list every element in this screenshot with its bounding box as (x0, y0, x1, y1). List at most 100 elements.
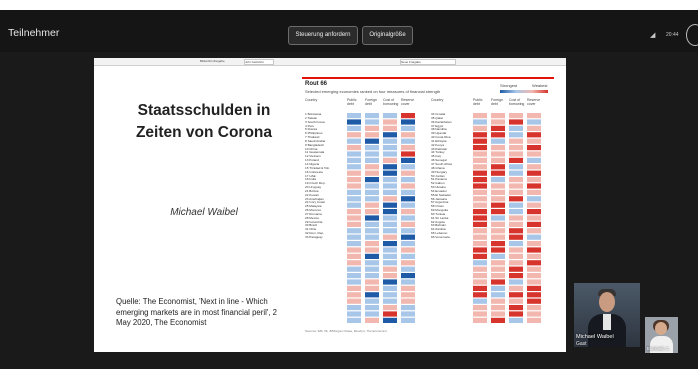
heatmap-cell (401, 221, 415, 227)
heatmap-cell (401, 177, 415, 183)
heatmap-cell (473, 317, 487, 323)
heatmap-cell (491, 157, 505, 163)
heatmap-cell (509, 164, 523, 170)
left-heatmap (347, 113, 415, 323)
legend-strongest: Strongest (500, 83, 518, 88)
heatmap-cell (509, 196, 523, 202)
heatmap-cell (365, 157, 379, 163)
heatmap-cell (401, 215, 415, 221)
heatmap-cell (527, 305, 541, 311)
heatmap-cell (473, 279, 487, 285)
country-header-left: Country (305, 98, 318, 102)
heatmap-cell (383, 298, 397, 304)
heatmap-cell (527, 151, 541, 157)
heatmap-cell (401, 247, 415, 253)
participants-label: Teilnehmer (8, 27, 60, 39)
heatmap-cell (365, 305, 379, 311)
heatmap-cell (365, 164, 379, 170)
figure-subtitle: Selected emerging economies ranked on fo… (305, 89, 441, 94)
column-header: Cost of borrowing (383, 98, 399, 106)
heatmap-cell (473, 311, 487, 317)
heatmap-cell (347, 125, 361, 131)
heatmap-cell (347, 209, 361, 215)
heatmap-cell (509, 183, 523, 189)
heatmap-cell (383, 132, 397, 138)
heatmap-cell (473, 202, 487, 208)
heatmap-cell (383, 170, 397, 176)
heatmap-cell (527, 202, 541, 208)
heatmap-cell (383, 138, 397, 144)
heatmap-cell (491, 177, 505, 183)
participant-face (655, 322, 667, 335)
heatmap-cell (473, 285, 487, 291)
heatmap-cell (509, 285, 523, 291)
economist-figure: Rout 66 Selected emerging economies rank… (302, 77, 554, 344)
heatmap-cell (383, 145, 397, 151)
heatmap-cell (491, 221, 505, 227)
heatmap-cell (509, 113, 523, 119)
heatmap-cell (401, 279, 415, 285)
heatmap-cell (383, 183, 397, 189)
heatmap-cell (527, 170, 541, 176)
participant-name-small: Bommeli, C. (647, 346, 670, 351)
shared-screen: Bildschirmfreigabe Johr Gebührin Neue Fr… (94, 58, 566, 352)
heatmap-cell (401, 266, 415, 272)
legend-gradient (500, 90, 548, 93)
heatmap-cell (365, 285, 379, 291)
heatmap-cell (383, 215, 397, 221)
heatmap-cell (509, 209, 523, 215)
heatmap-cell (365, 196, 379, 202)
heatmap-cell (509, 125, 523, 131)
heatmap-cell (401, 202, 415, 208)
heatmap-cell (509, 317, 523, 323)
heatmap-cell (527, 209, 541, 215)
heatmap-cell (509, 292, 523, 298)
heatmap-cell (527, 125, 541, 131)
heatmap-cell (365, 113, 379, 119)
heatmap-cell (401, 305, 415, 311)
heatmap-cell (401, 228, 415, 234)
share-tab[interactable]: Bildschirmfreigabe (200, 59, 240, 63)
heatmap-cell (383, 311, 397, 317)
heatmap-cell (491, 189, 505, 195)
share-tab[interactable]: Johr Gebührin (244, 59, 274, 65)
heatmap-cell (401, 151, 415, 157)
heatmap-cell (509, 234, 523, 240)
heatmap-cell (365, 234, 379, 240)
heatmap-cell (365, 317, 379, 323)
slide-title: Staatsschulden in Zeiten von Corona (135, 102, 273, 141)
heatmap-cell (473, 189, 487, 195)
heatmap-cell (347, 273, 361, 279)
request-control-button[interactable]: Steuerung anfordern (288, 26, 358, 45)
clock-label: 20:44 (666, 32, 679, 38)
heatmap-cell (347, 298, 361, 304)
heatmap-cell (401, 209, 415, 215)
share-tab[interactable]: Neue Freigabe (400, 59, 456, 65)
heatmap-cell (473, 177, 487, 183)
heatmap-cell (527, 298, 541, 304)
heatmap-cell (491, 138, 505, 144)
heatmap-cell (401, 241, 415, 247)
heatmap-cell (383, 177, 397, 183)
heatmap-cell (383, 189, 397, 195)
original-size-button[interactable]: Originalgröße (362, 26, 413, 45)
heatmap-cell (509, 177, 523, 183)
heatmap-cell (509, 273, 523, 279)
more-options-icon[interactable] (686, 24, 698, 46)
heatmap-cell (347, 234, 361, 240)
heatmap-cell (383, 125, 397, 131)
heatmap-cell (401, 292, 415, 298)
heatmap-cell (491, 151, 505, 157)
heatmap-cell (473, 273, 487, 279)
heatmap-cell (401, 311, 415, 317)
heatmap-cell (473, 292, 487, 298)
heatmap-cell (491, 285, 505, 291)
heatmap-cell (401, 298, 415, 304)
heatmap-cell (383, 241, 397, 247)
heatmap-cell (347, 215, 361, 221)
heatmap-cell (365, 151, 379, 157)
heatmap-cell (365, 247, 379, 253)
column-header: Foreign debt (365, 98, 377, 106)
heatmap-cell (509, 247, 523, 253)
participant-shirt (603, 314, 611, 330)
